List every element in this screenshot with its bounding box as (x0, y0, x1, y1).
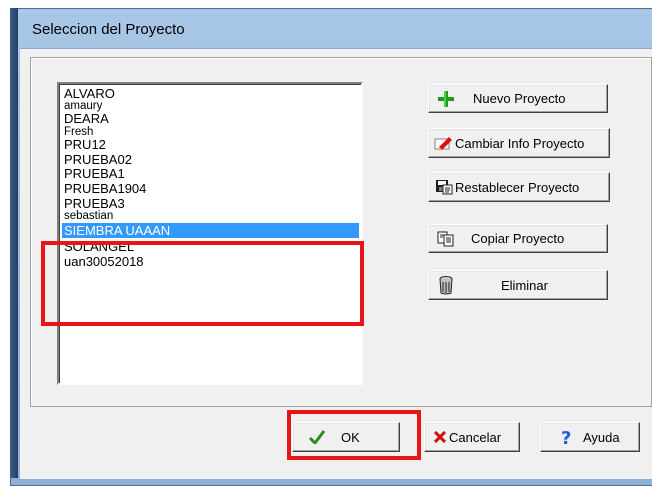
restore-project-button[interactable]: Restablecer Proyecto (428, 172, 610, 202)
list-item[interactable]: PRUEBA1 (62, 167, 359, 180)
annotation-highlight-ok (287, 410, 421, 460)
list-item[interactable]: DEARA (62, 112, 359, 125)
copy-project-label: Copiar Proyecto (471, 231, 565, 246)
list-item[interactable]: ALVARO (62, 87, 359, 100)
restore-project-label: Restablecer Proyecto (455, 179, 580, 195)
delete-button[interactable]: Eliminar (428, 270, 608, 300)
list-item[interactable]: PRUEBA3 (62, 197, 359, 210)
list-item[interactable]: PRUEBA1904 (62, 182, 359, 195)
copy-icon (435, 231, 457, 247)
cancel-button[interactable]: Cancelar (424, 422, 520, 452)
new-project-label: Nuevo Proyecto (473, 91, 566, 106)
plus-icon (435, 90, 457, 108)
list-item[interactable]: sebastian (62, 210, 359, 223)
list-item[interactable]: PRUEBA02 (62, 153, 359, 166)
change-info-button[interactable]: Cambiar Info Proyecto (428, 128, 610, 158)
list-item[interactable]: PRU12 (62, 138, 359, 151)
list-item-selected[interactable]: SIEMBRA UAAAN (62, 223, 359, 238)
title-bar[interactable]: Seleccion del Proyecto (20, 8, 652, 50)
window-title: Seleccion del Proyecto (32, 20, 185, 38)
svg-text:?: ? (561, 428, 571, 446)
project-listbox[interactable]: ALVARO amaury DEARA Fresh PRU12 PRUEBA02… (57, 82, 363, 385)
change-info-label: Cambiar Info Proyecto (455, 135, 585, 151)
trash-icon (435, 275, 457, 295)
window-left-edge (10, 8, 18, 478)
x-icon (433, 431, 447, 443)
delete-label: Eliminar (501, 277, 548, 293)
question-icon: ? (557, 428, 577, 446)
new-project-button[interactable]: Nuevo Proyecto (428, 84, 608, 113)
help-button[interactable]: ? Ayuda (540, 422, 640, 452)
cancel-label: Cancelar (449, 429, 502, 445)
copy-project-button[interactable]: Copiar Proyecto (428, 224, 608, 253)
annotation-highlight-list-selection (41, 241, 364, 326)
edit-pencil-icon (433, 135, 455, 151)
help-label: Ayuda (583, 429, 620, 445)
floppy-disk-icon (433, 179, 455, 195)
